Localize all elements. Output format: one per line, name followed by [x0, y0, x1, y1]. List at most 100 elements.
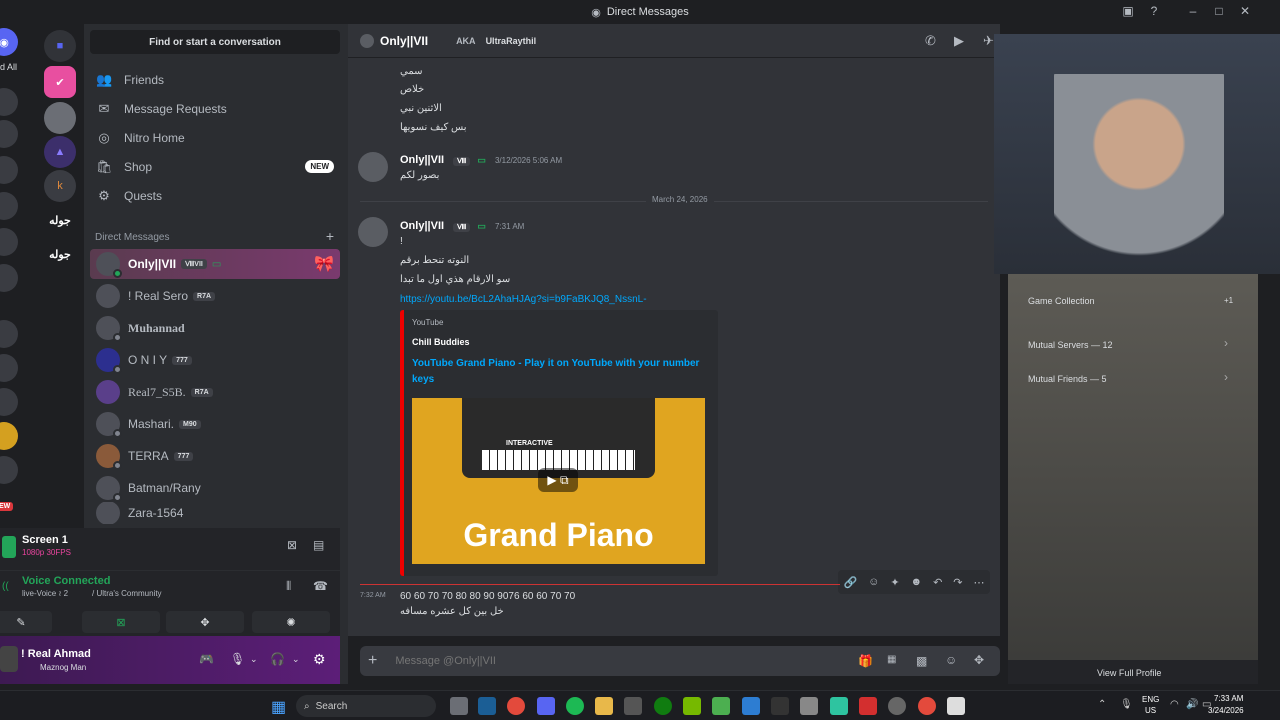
embed-author[interactable]: Chill Buddies [412, 337, 470, 347]
server-icon[interactable] [0, 422, 18, 450]
sticker-icon[interactable]: ▩ [916, 654, 927, 668]
settings-icon[interactable] [888, 697, 906, 715]
steam-icon[interactable] [478, 697, 496, 715]
app-icon[interactable] [771, 697, 789, 715]
app-icon[interactable] [742, 697, 760, 715]
server-icon[interactable] [0, 228, 18, 256]
avatar[interactable] [0, 646, 18, 672]
store-icon[interactable] [624, 697, 642, 715]
gamepad-icon[interactable]: 🎮 [199, 652, 214, 666]
server-icon[interactable] [44, 102, 76, 134]
username[interactable]: ! Real Ahmad [21, 648, 91, 660]
avatar[interactable] [358, 152, 388, 182]
clock-time[interactable]: 7:33 AM [1214, 694, 1243, 703]
nav-nitro-home[interactable]: ◎ Nitro Home [90, 124, 340, 152]
microphone-icon[interactable]: 🎙 [230, 652, 245, 666]
server-icon[interactable] [0, 192, 18, 220]
mic-tray-icon[interactable]: 🎙 [1120, 699, 1133, 710]
gear-icon[interactable]: ⚙ [313, 651, 326, 668]
dm-item[interactable]: O N I Y 777 [90, 345, 340, 375]
dm-item[interactable]: TERRA 777 [90, 441, 340, 471]
chrome-icon[interactable] [918, 697, 936, 715]
camera-toggle-button[interactable]: ✎ [0, 611, 52, 633]
chevron-down-icon[interactable]: ⌄ [250, 654, 258, 665]
video-thumbnail[interactable]: INTERACTIVE ▶ ⧉ Grand Piano [412, 398, 705, 564]
server-icon[interactable] [0, 354, 18, 382]
dm-home-icon[interactable]: ■ [44, 30, 76, 62]
soundboard-button[interactable]: ✺ [252, 611, 330, 633]
close-button[interactable]: ✕ [1238, 4, 1252, 18]
spotify-icon[interactable] [566, 697, 584, 715]
stream-settings-icon[interactable]: ▤ [313, 538, 324, 552]
recipient-avatar[interactable] [360, 33, 374, 48]
voice-server[interactable]: / Ultra's Community [92, 589, 162, 598]
server-icon[interactable] [0, 264, 18, 292]
discord-home-icon[interactable]: ◉ [0, 28, 18, 56]
avatar[interactable] [358, 217, 388, 247]
emoji-icon[interactable]: ☺ [945, 653, 957, 667]
dm-item[interactable]: Only||VII ⅧVII ▭ 🎀 [90, 249, 340, 279]
mutual-servers[interactable]: Mutual Servers — 12 [1028, 340, 1113, 350]
author-name[interactable]: Only||VII [400, 220, 444, 232]
message-author[interactable]: Only||VII Ⅷ ▭ 3/12/2026 5:06 AM [400, 154, 562, 166]
view-full-profile-link[interactable]: View Full Profile [1097, 668, 1161, 678]
recipient-name[interactable]: Only||VII [380, 34, 428, 48]
app-icon[interactable] [800, 697, 818, 715]
dm-item[interactable]: Mashari. M90 [90, 409, 340, 439]
activities-button[interactable]: ✥ [166, 611, 244, 633]
super-react-icon[interactable]: ☺ [868, 576, 879, 588]
attach-icon[interactable]: + [368, 652, 377, 670]
game-collection[interactable]: Game Collection [1028, 296, 1095, 306]
screen-share-button[interactable]: ⊠ [82, 611, 160, 633]
dm-item[interactable]: Zara-1564 [90, 502, 340, 524]
stop-stream-icon[interactable]: ⊠ [287, 538, 297, 552]
inbox-icon[interactable]: ▣ [1121, 4, 1135, 18]
apps-icon[interactable]: ✥ [974, 653, 984, 667]
app-icon[interactable] [830, 697, 848, 715]
server-icon[interactable]: ▲ [44, 136, 76, 168]
voice-channel[interactable]: live-Voice ≀ 2 [22, 589, 68, 598]
pin-icon[interactable]: ✈ [983, 33, 994, 49]
message-link[interactable]: https://youtu.be/BcL2AhaHJAg?si=b9FaBKJQ… [400, 294, 647, 305]
xbox-icon[interactable] [654, 697, 672, 715]
author-name[interactable]: Only||VII [400, 154, 444, 166]
server-icon[interactable]: k [44, 170, 76, 202]
server-icon[interactable] [0, 88, 18, 116]
dm-item[interactable]: ! Real Sero R7A [90, 281, 340, 311]
play-icon[interactable]: ▶ ⧉ [538, 468, 578, 492]
region-label[interactable]: US [1145, 706, 1156, 715]
server-icon[interactable] [0, 120, 18, 148]
nav-quests[interactable]: ⚙ Quests [90, 182, 340, 210]
server-icon[interactable] [0, 388, 18, 416]
dm-item[interactable]: Batman/Rany [90, 473, 340, 503]
server-folder-label[interactable]: جوله [44, 204, 76, 236]
noise-suppression-icon[interactable]: ⦀ [286, 579, 291, 594]
add-reaction-icon[interactable]: ☻ [911, 576, 923, 588]
app-icon[interactable] [712, 697, 730, 715]
video-call-icon[interactable]: ▶ [954, 33, 964, 49]
nav-shop[interactable]: 🛍 Shop NEW [90, 153, 340, 181]
nav-friends[interactable]: 👥 Friends [90, 66, 340, 94]
taskbar-search[interactable]: ⌕ Search [296, 695, 436, 717]
minimize-button[interactable]: – [1186, 4, 1200, 18]
clock-date[interactable]: 3/24/2026 [1208, 706, 1244, 715]
language-label[interactable]: ENG [1142, 695, 1159, 704]
app-icon[interactable] [450, 697, 468, 715]
mutual-friends[interactable]: Mutual Friends — 5 [1028, 374, 1107, 384]
find-conversation-button[interactable]: Find or start a conversation [90, 30, 340, 54]
tray-chevron-icon[interactable]: ⌃ [1098, 699, 1106, 710]
create-dm-icon[interactable]: + [326, 228, 334, 244]
disconnect-icon[interactable]: ☎ [313, 579, 328, 593]
server-icon[interactable] [0, 156, 18, 184]
link-icon[interactable]: 🔗 [843, 576, 857, 589]
reply-icon[interactable]: ↶ [933, 576, 942, 589]
chrome-icon[interactable] [507, 697, 525, 715]
embed-title[interactable]: YouTube Grand Piano - Play it on YouTube… [412, 356, 702, 388]
discord-icon[interactable] [537, 697, 555, 715]
more-icon[interactable]: ⋯ [973, 576, 984, 589]
gif-icon[interactable]: ▦ [887, 654, 896, 665]
message-author[interactable]: Only||VII Ⅷ ▭ 7:31 AM [400, 220, 524, 232]
message-input[interactable] [395, 655, 816, 667]
help-icon[interactable]: ? [1147, 4, 1161, 18]
server-icon[interactable]: ✔ [44, 66, 76, 98]
